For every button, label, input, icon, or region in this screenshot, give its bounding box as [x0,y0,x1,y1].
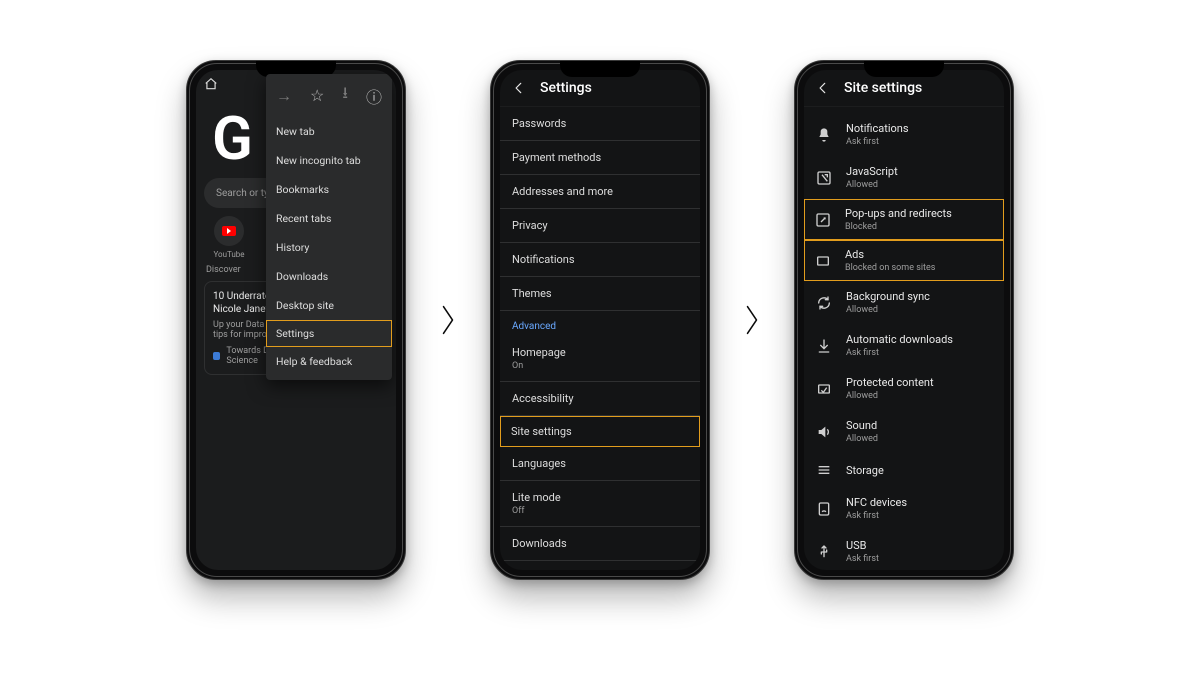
site-setting-label: Automatic downloads [846,333,992,346]
menu-item-new-incognito-tab[interactable]: New incognito tab [266,146,392,175]
site-setting-label: NFC devices [846,496,992,509]
site-setting-nfc-devices[interactable]: NFC devices Ask first [804,487,1004,530]
bell-icon [816,127,832,143]
site-setting-sub: Ask first [846,348,992,358]
site-settings-title: Site settings [844,80,922,96]
site-setting-notifications[interactable]: Notifications Ask first [804,113,1004,156]
menu-item-history[interactable]: History [266,233,392,262]
phone-frame-3: Site settings Notifications Ask first Java… [794,60,1014,580]
settings-screen: Settings PasswordsPayment methodsAddress… [500,70,700,570]
download-icon [816,338,832,354]
settings-item-downloads[interactable]: Downloads [500,527,700,561]
site-settings-screen: Site settings Notifications Ask first Java… [804,70,1004,570]
download-icon[interactable]: ⭳ [342,82,348,109]
settings-item-passwords[interactable]: Passwords [500,107,700,141]
site-setting-label: JavaScript [846,165,992,178]
settings-item-accessibility[interactable]: Accessibility [500,382,700,416]
menu-item-help-feedback[interactable]: Help & feedback [266,347,392,376]
settings-item-site-settings[interactable]: Site settings [500,416,700,447]
sync-icon [816,295,832,311]
settings-title: Settings [540,80,592,96]
site-setting-storage[interactable]: Storage [804,453,1004,487]
overflow-menu: → ☆ ⭳ ⓘ New tabNew incognito tabBookmark… [266,74,392,380]
usb-icon [816,544,832,560]
site-settings-list: NotificationsAsk firstJavaScriptAllowedP… [804,107,1004,570]
popup-icon [815,212,831,228]
settings-list: PasswordsPayment methodsAddresses and mo… [500,107,700,570]
star-icon[interactable]: ☆ [310,86,324,105]
site-setting-protected-content[interactable]: Protected content Allowed [804,367,1004,410]
site-setting-label: Ads [845,248,993,261]
youtube-icon [222,226,236,236]
info-icon[interactable]: ⓘ [366,84,382,108]
phone-notch [560,61,640,77]
nfc-icon [816,501,832,517]
tile-youtube-label: YouTube [204,250,254,259]
menu-item-settings[interactable]: Settings [266,320,392,347]
settings-item-sub: Off [512,506,688,516]
chrome-newtab-screen: G Search or type w YouTube Fac Discover [196,70,396,570]
ads-icon [815,253,831,269]
site-setting-sub: Blocked on some sites [845,263,993,273]
menu-item-bookmarks[interactable]: Bookmarks [266,175,392,204]
source-icon [213,352,220,360]
site-setting-automatic-downloads[interactable]: Automatic downloads Ask first [804,324,1004,367]
settings-item-sub: On [512,361,688,371]
site-setting-label: Background sync [846,290,992,303]
back-icon[interactable] [816,81,830,95]
site-setting-sub: Allowed [846,434,992,444]
site-setting-javascript[interactable]: JavaScript Allowed [804,156,1004,199]
settings-item-payment-methods[interactable]: Payment methods [500,141,700,175]
site-setting-label: Protected content [846,376,992,389]
menu-item-recent-tabs[interactable]: Recent tabs [266,204,392,233]
settings-item-homepage[interactable]: HomepageOn [500,336,700,382]
settings-item-addresses-and-more[interactable]: Addresses and more [500,175,700,209]
sound-icon [816,424,832,440]
phone-notch [864,61,944,77]
site-setting-usb[interactable]: USB Ask first [804,530,1004,570]
site-setting-sound[interactable]: Sound Allowed [804,410,1004,453]
site-setting-label: Storage [846,464,992,477]
flow-arrow-1 [428,280,468,360]
phone-frame-2: Settings PasswordsPayment methodsAddress… [490,60,710,580]
phone-frame-1: G Search or type w YouTube Fac Discover [186,60,406,580]
site-setting-sub: Ask first [846,511,992,521]
site-setting-label: Notifications [846,122,992,135]
site-setting-sub: Allowed [846,391,992,401]
site-setting-sub: Blocked [845,222,993,232]
protected-icon [816,381,832,397]
site-setting-sub: Ask first [846,554,992,564]
site-setting-pop-ups-and-redirects[interactable]: Pop-ups and redirects Blocked [804,199,1004,240]
site-setting-label: USB [846,539,992,552]
site-setting-sub: Allowed [846,180,992,190]
js-icon [816,170,832,186]
settings-item-notifications[interactable]: Notifications [500,243,700,277]
site-setting-ads[interactable]: Ads Blocked on some sites [804,240,1004,281]
storage-icon [816,462,832,478]
site-setting-sub: Ask first [846,137,992,147]
settings-item-privacy[interactable]: Privacy [500,209,700,243]
settings-item-about-chrome[interactable]: About Chrome [500,561,700,570]
settings-item-themes[interactable]: Themes [500,277,700,311]
menu-item-new-tab[interactable]: New tab [266,117,392,146]
site-setting-label: Sound [846,419,992,432]
menu-item-desktop-site[interactable]: Desktop site [266,291,392,320]
site-setting-background-sync[interactable]: Background sync Allowed [804,281,1004,324]
settings-item-languages[interactable]: Languages [500,447,700,481]
back-icon[interactable] [512,81,526,95]
home-icon[interactable] [204,77,218,91]
tile-youtube[interactable]: YouTube [204,216,254,259]
site-setting-label: Pop-ups and redirects [845,207,993,220]
settings-item-advanced: Advanced [500,311,700,336]
flow-arrow-2 [732,280,772,360]
site-setting-sub: Allowed [846,305,992,315]
settings-item-lite-mode[interactable]: Lite modeOff [500,481,700,527]
forward-icon[interactable]: → [276,86,292,106]
menu-item-downloads[interactable]: Downloads [266,262,392,291]
